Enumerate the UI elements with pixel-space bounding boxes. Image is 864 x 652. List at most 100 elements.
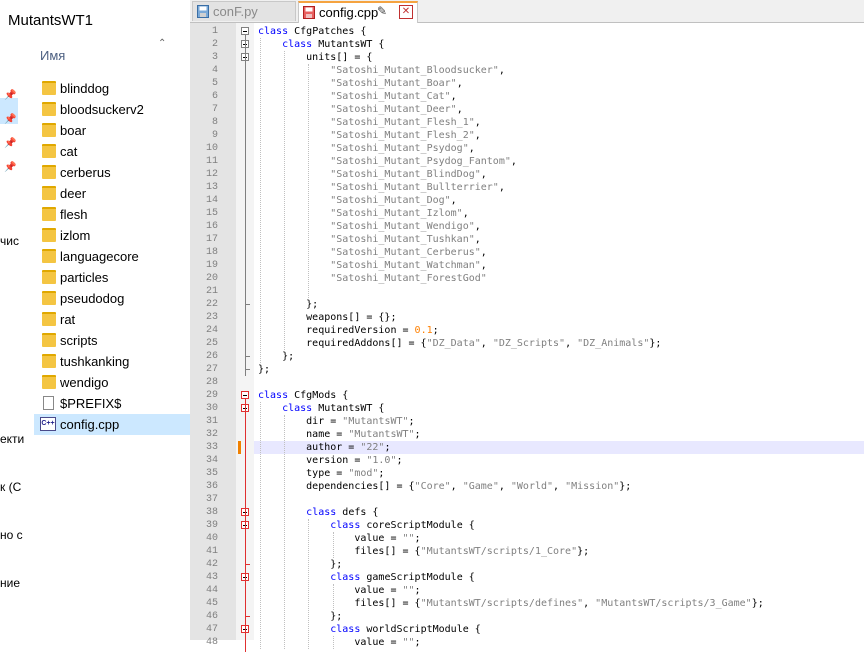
code-line[interactable]: 43 class gameScriptModule { bbox=[190, 571, 864, 584]
code-line[interactable]: 13 "Satoshi_Mutant_Bullterrier", bbox=[190, 181, 864, 194]
code-line[interactable]: 27}; bbox=[190, 363, 864, 376]
file-list-item[interactable]: cerberus bbox=[34, 162, 190, 183]
file-list-item[interactable]: cat bbox=[34, 141, 190, 162]
code-line[interactable]: 40 value = ""; bbox=[190, 532, 864, 545]
code-line[interactable]: 4 "Satoshi_Mutant_Bloodsucker", bbox=[190, 64, 864, 77]
code-editor[interactable]: 1 class CfgPatches {2 class MutantsWT {3 … bbox=[190, 23, 864, 652]
code-line[interactable]: 18 "Satoshi_Mutant_Cerberus", bbox=[190, 246, 864, 259]
sort-ascending-icon[interactable]: ⌃ bbox=[158, 38, 166, 49]
file-list-item[interactable]: flesh bbox=[34, 204, 190, 225]
code-line[interactable]: 3 units[] = { bbox=[190, 51, 864, 64]
file-icon bbox=[43, 396, 54, 410]
code-line[interactable]: 21 bbox=[190, 285, 864, 298]
pin-tab-icon[interactable]: ✎ bbox=[377, 4, 387, 18]
code-line[interactable]: 39 class coreScriptModule { bbox=[190, 519, 864, 532]
saved-file-icon bbox=[197, 5, 209, 18]
close-tab-icon[interactable]: ✕ bbox=[399, 5, 413, 19]
tab-config-cpp[interactable]: config.cpp ✎ ✕ bbox=[298, 1, 418, 23]
line-number: 28 bbox=[205, 377, 218, 388]
code-line[interactable]: 12 "Satoshi_Mutant_BlindDog", bbox=[190, 168, 864, 181]
pin-icon[interactable]: 📌 bbox=[4, 114, 16, 125]
code-line[interactable]: 28 bbox=[190, 376, 864, 389]
code-line[interactable]: 11 "Satoshi_Mutant_Psydog_Fantom", bbox=[190, 155, 864, 168]
code-line[interactable]: 32 name = "MutantsWT"; bbox=[190, 428, 864, 441]
code-text: requiredAddons[] = {"DZ_Data", "DZ_Scrip… bbox=[258, 338, 662, 349]
file-list-item[interactable]: bloodsuckerv2 bbox=[34, 99, 190, 120]
code-line[interactable]: 33 author = "22"; bbox=[190, 441, 864, 454]
file-list-item[interactable]: $PREFIX$ bbox=[34, 393, 190, 414]
code-line[interactable]: 29 class CfgMods { bbox=[190, 389, 864, 402]
code-line[interactable]: 35 type = "mod"; bbox=[190, 467, 864, 480]
code-line[interactable]: 8 "Satoshi_Mutant_Flesh_1", bbox=[190, 116, 864, 129]
code-line[interactable]: 23 weapons[] = {}; bbox=[190, 311, 864, 324]
file-list-item[interactable]: wendigo bbox=[34, 372, 190, 393]
code-line[interactable]: 9 "Satoshi_Mutant_Flesh_2", bbox=[190, 129, 864, 142]
code-line[interactable]: 16 "Satoshi_Mutant_Wendigo", bbox=[190, 220, 864, 233]
code-line[interactable]: 37 bbox=[190, 493, 864, 506]
code-line[interactable]: 47 class worldScriptModule { bbox=[190, 623, 864, 636]
tab-conf-py[interactable]: conF.py bbox=[192, 1, 296, 21]
code-line[interactable]: 44 value = ""; bbox=[190, 584, 864, 597]
line-number: 9 bbox=[211, 130, 218, 141]
code-line[interactable]: 24 requiredVersion = 0.1; bbox=[190, 324, 864, 337]
file-list-item[interactable]: pseudodog bbox=[34, 288, 190, 309]
code-text: units[] = { bbox=[258, 52, 373, 63]
file-name: config.cpp bbox=[60, 417, 120, 432]
code-line[interactable]: 6 "Satoshi_Mutant_Cat", bbox=[190, 90, 864, 103]
code-line[interactable]: 2 class MutantsWT { bbox=[190, 38, 864, 51]
code-line[interactable]: 48 value = ""; bbox=[190, 636, 864, 649]
code-line[interactable]: 38 class defs { bbox=[190, 506, 864, 519]
code-line[interactable]: 1 class CfgPatches { bbox=[190, 25, 864, 38]
code-line[interactable]: 34 version = "1.0"; bbox=[190, 454, 864, 467]
file-name: flesh bbox=[60, 207, 88, 222]
file-list-item[interactable]: blinddog bbox=[34, 78, 190, 99]
code-line[interactable]: 7 "Satoshi_Mutant_Deer", bbox=[190, 103, 864, 116]
file-list-item[interactable]: C++ config.cpp bbox=[34, 414, 190, 435]
code-line[interactable]: 15 "Satoshi_Mutant_Izlom", bbox=[190, 207, 864, 220]
file-list-item[interactable]: izlom bbox=[34, 225, 190, 246]
nav-item[interactable]: чис bbox=[0, 234, 19, 248]
code-line[interactable]: 31 dir = "MutantsWT"; bbox=[190, 415, 864, 428]
pin-icon[interactable]: 📌 bbox=[4, 138, 16, 149]
file-list-item[interactable]: deer bbox=[34, 183, 190, 204]
file-list-item[interactable]: particles bbox=[34, 267, 190, 288]
line-number: 3 bbox=[211, 52, 218, 63]
file-list-item[interactable]: languagecore bbox=[34, 246, 190, 267]
line-number: 5 bbox=[211, 78, 218, 89]
nav-item[interactable]: екти bbox=[0, 432, 24, 446]
file-list-item[interactable]: scripts bbox=[34, 330, 190, 351]
line-number: 13 bbox=[205, 182, 218, 193]
code-line[interactable]: 20 "Satoshi_Mutant_ForestGod" bbox=[190, 272, 864, 285]
file-list-item[interactable]: rat bbox=[34, 309, 190, 330]
code-line[interactable]: 30 class MutantsWT { bbox=[190, 402, 864, 415]
pin-icon[interactable]: 📌 bbox=[4, 90, 16, 101]
nav-item[interactable]: к (C bbox=[0, 480, 21, 494]
fold-toggle-icon[interactable] bbox=[241, 391, 249, 399]
code-line[interactable]: 14 "Satoshi_Mutant_Dog", bbox=[190, 194, 864, 207]
nav-item[interactable]: но с bbox=[0, 528, 23, 542]
code-line[interactable]: 45 files[] = {"MutantsWT/scripts/defines… bbox=[190, 597, 864, 610]
code-line[interactable]: 41 files[] = {"MutantsWT/scripts/1_Core"… bbox=[190, 545, 864, 558]
file-list-item[interactable]: boar bbox=[34, 120, 190, 141]
code-line[interactable]: 26 }; bbox=[190, 350, 864, 363]
line-number: 23 bbox=[205, 312, 218, 323]
file-list-item[interactable]: tushkanking bbox=[34, 351, 190, 372]
code-line[interactable]: 46 }; bbox=[190, 610, 864, 623]
code-line[interactable]: 5 "Satoshi_Mutant_Boar", bbox=[190, 77, 864, 90]
code-line[interactable]: 19 "Satoshi_Mutant_Watchman", bbox=[190, 259, 864, 272]
code-line[interactable]: 42 }; bbox=[190, 558, 864, 571]
code-line[interactable]: 25 requiredAddons[] = {"DZ_Data", "DZ_Sc… bbox=[190, 337, 864, 350]
file-name: particles bbox=[60, 270, 109, 285]
line-number: 47 bbox=[205, 624, 218, 635]
pin-icon[interactable]: 📌 bbox=[4, 162, 16, 173]
code-line[interactable]: 22 }; bbox=[190, 298, 864, 311]
code-line[interactable]: 36 dependencies[] = {"Core", "Game", "Wo… bbox=[190, 480, 864, 493]
folder-icon bbox=[42, 354, 56, 368]
nav-item[interactable]: ние bbox=[0, 576, 20, 590]
code-line[interactable]: 17 "Satoshi_Mutant_Tushkan", bbox=[190, 233, 864, 246]
code-line[interactable]: 10 "Satoshi_Mutant_Psydog", bbox=[190, 142, 864, 155]
line-number: 19 bbox=[205, 260, 218, 271]
fold-toggle-icon[interactable] bbox=[241, 27, 249, 35]
code-text: "Satoshi_Mutant_Izlom", bbox=[330, 208, 469, 219]
column-header-name[interactable]: Имя bbox=[40, 48, 65, 63]
